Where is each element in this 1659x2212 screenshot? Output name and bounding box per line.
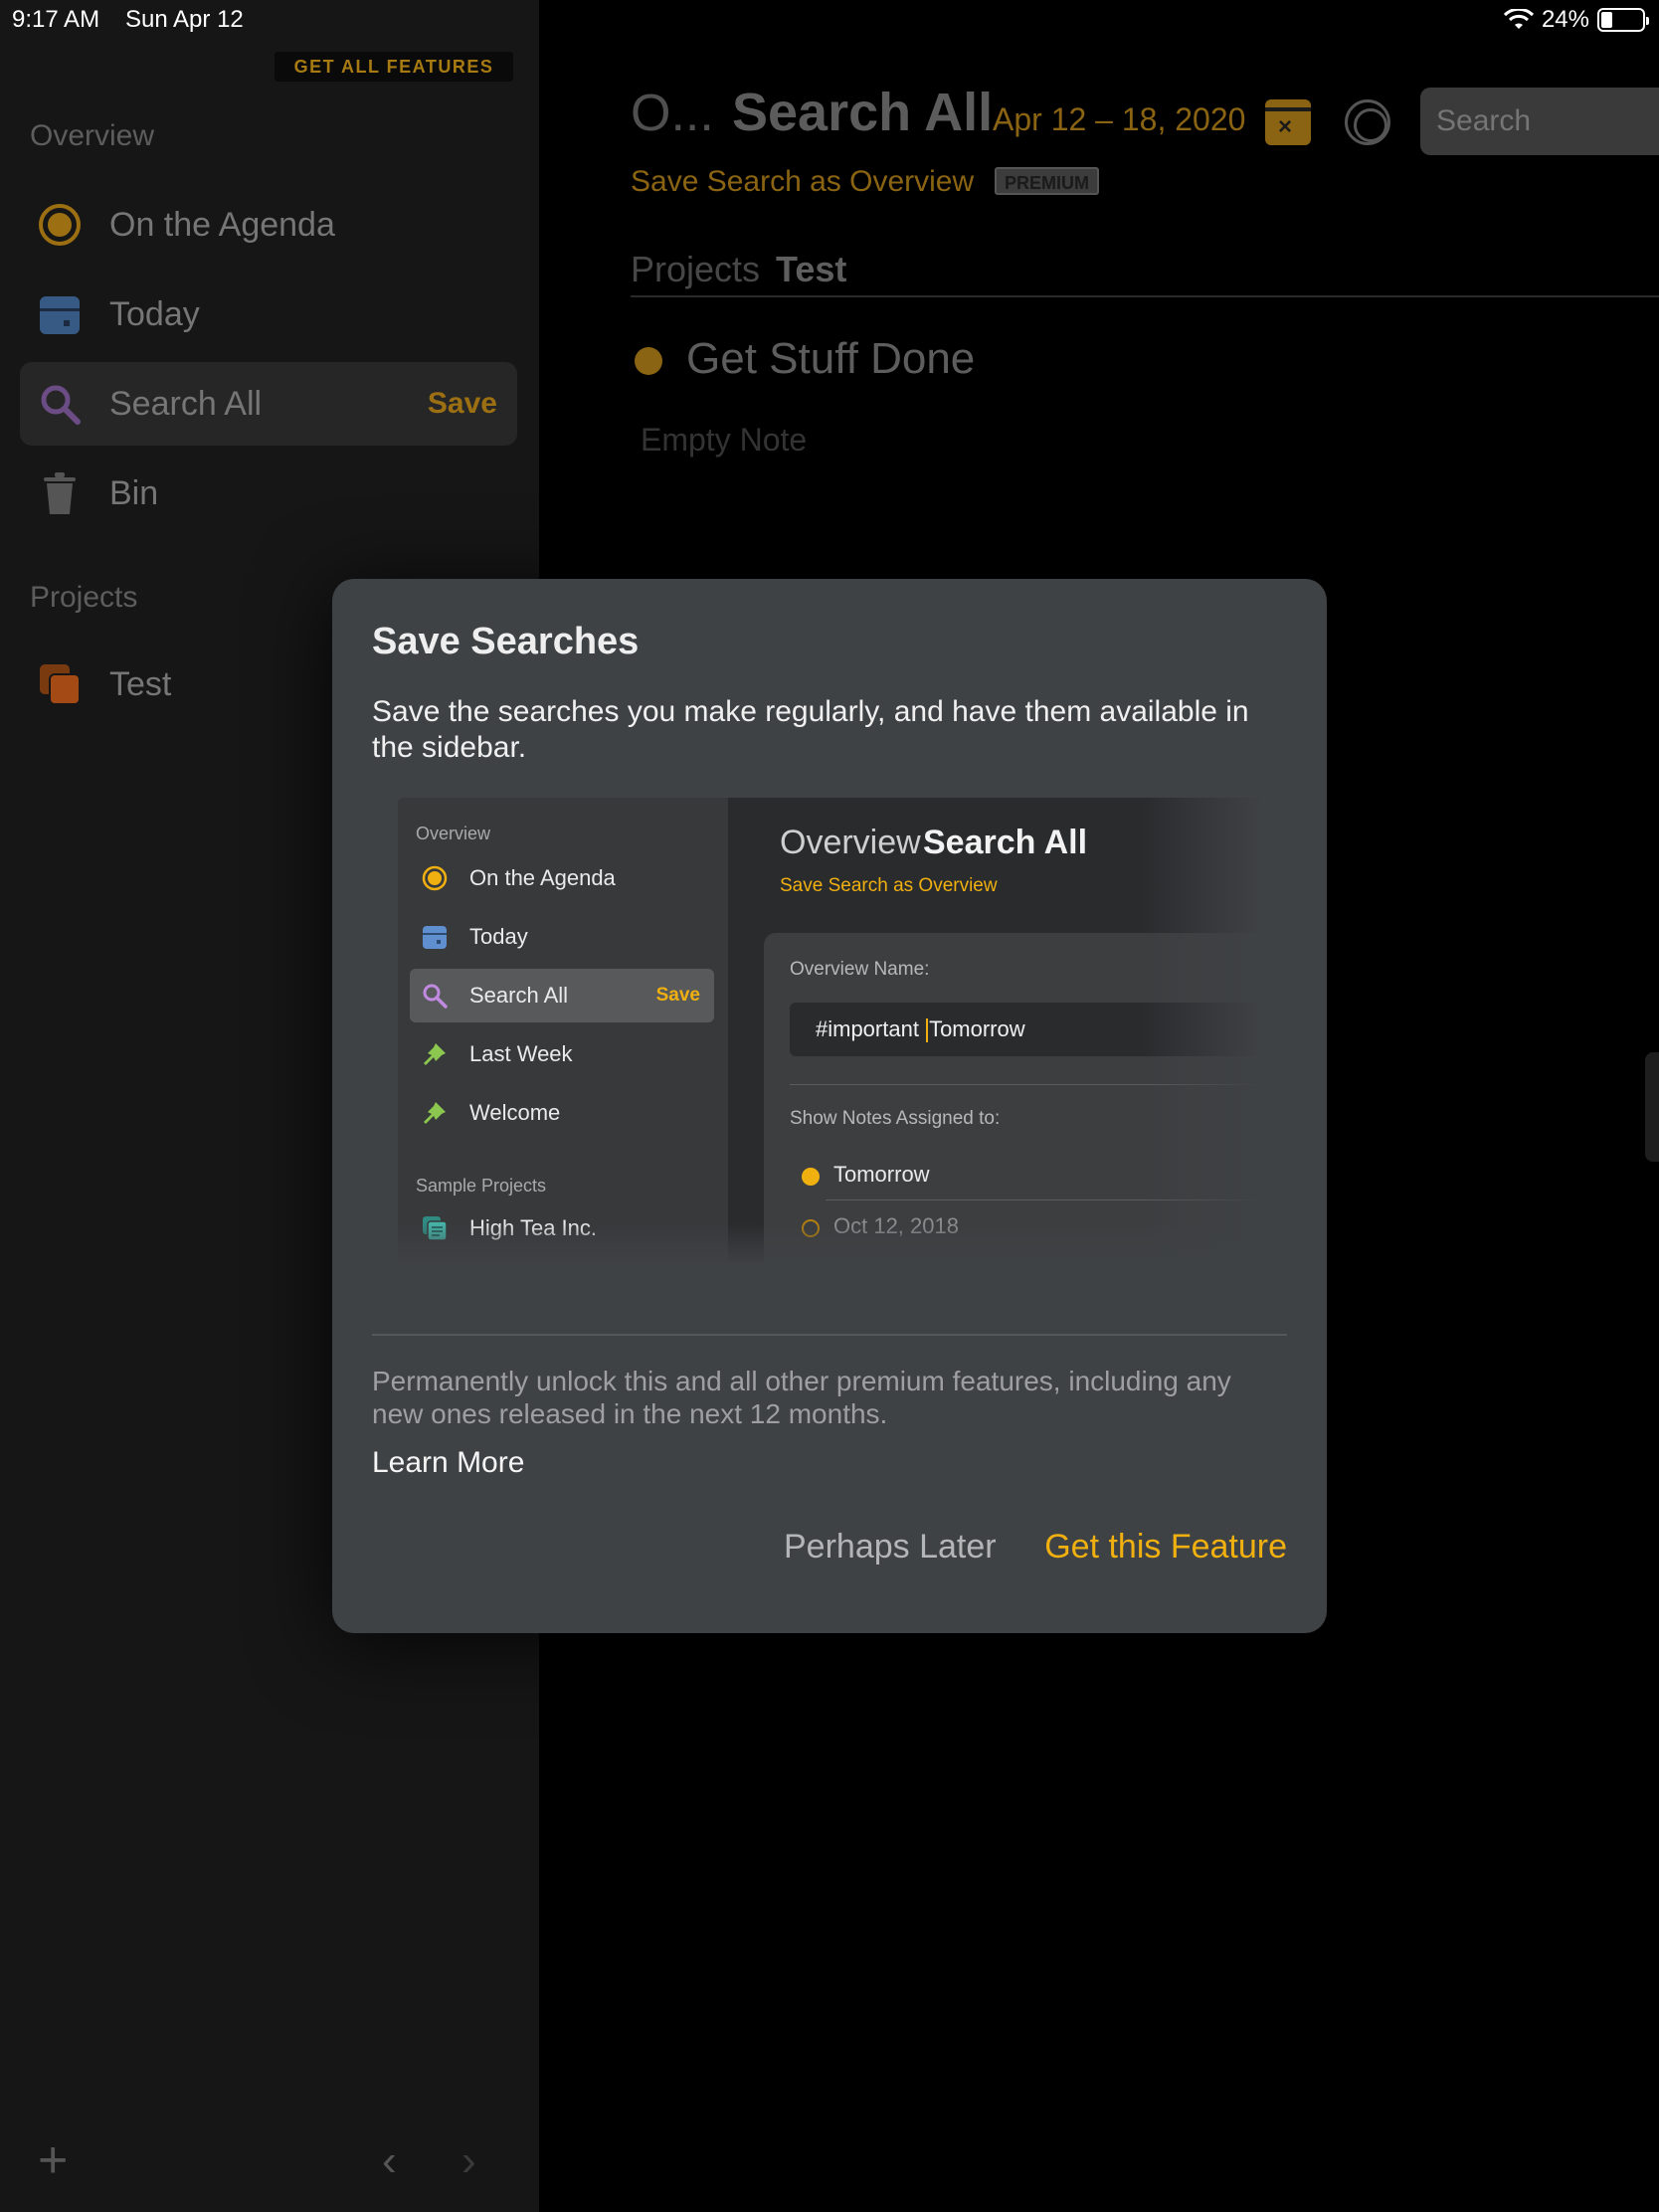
calendar-icon <box>423 926 447 949</box>
search-icon <box>41 385 81 425</box>
status-right: 24% <box>1503 6 1649 34</box>
back-icon[interactable]: ‹ <box>382 2136 397 2186</box>
pin-icon <box>424 1102 446 1124</box>
agenda-icon <box>422 865 448 891</box>
note-title[interactable]: Get Stuff Done <box>686 334 975 384</box>
divider <box>372 1334 1287 1336</box>
note-body[interactable]: Empty Note <box>641 422 807 459</box>
battery-percent: 24% <box>1541 6 1589 33</box>
preview-item-welcome: Welcome <box>410 1086 714 1140</box>
drag-handle[interactable] <box>1645 1052 1659 1162</box>
sidebar-section-projects: Projects <box>30 581 138 614</box>
get-feature-button[interactable]: Get this Feature <box>1044 1528 1287 1567</box>
dialog-description: Save the searches you make regularly, an… <box>372 695 1249 764</box>
sidebar-item-label: Test <box>109 664 172 703</box>
preview-item-last-week: Last Week <box>410 1027 714 1081</box>
divider <box>631 295 1659 297</box>
preview-item-search-all: Search All Save <box>410 969 714 1022</box>
agenda-icon <box>39 204 81 246</box>
save-search-link[interactable]: Save Search as Overview <box>631 165 974 199</box>
sidebar-item-bin[interactable]: Bin <box>20 452 517 535</box>
calendar-icon <box>40 296 80 334</box>
sidebar-item-label: Bin <box>109 473 159 512</box>
preview-item-label: On the Agenda <box>469 865 616 890</box>
preview-name-label: Overview Name: <box>790 959 930 980</box>
feature-preview-image: Overview On the Agenda Today Search All … <box>398 798 1261 1263</box>
preview-item-label: Search All <box>469 983 569 1008</box>
preview-breadcrumb: Overview <box>780 824 921 861</box>
project-name[interactable]: Test <box>776 249 846 290</box>
preview-option-dot <box>802 1168 820 1186</box>
preview-fade <box>398 1223 1261 1263</box>
preview-save-label: Save <box>655 985 700 1006</box>
preview-item-today: Today <box>410 910 714 964</box>
status-date: Sun Apr 12 <box>125 6 244 33</box>
preview-sidebar: Overview On the Agenda Today Search All … <box>398 798 728 1263</box>
project-stack-icon <box>40 664 81 705</box>
preview-item-label: Last Week <box>469 1041 573 1066</box>
text-caret <box>926 1018 929 1043</box>
preview-item-label: Welcome <box>469 1100 561 1125</box>
search-icon <box>423 984 448 1009</box>
preview-fade <box>1142 798 1261 1263</box>
sidebar-item-today[interactable]: Today <box>20 273 517 356</box>
preview-item-label: Today <box>469 924 528 949</box>
save-searches-dialog: Save Searches Save the searches you make… <box>332 579 1327 1633</box>
search-input[interactable] <box>1420 88 1659 155</box>
dialog-title: Save Searches <box>372 621 640 662</box>
sidebar-bottom-bar: + ‹ › <box>0 2122 539 2212</box>
premium-badge: PREMIUM <box>995 167 1099 195</box>
learn-more-link[interactable]: Learn More <box>372 1446 524 1480</box>
add-icon[interactable]: + <box>38 2134 68 2186</box>
perhaps-later-button[interactable]: Perhaps Later <box>784 1528 997 1567</box>
close-icon: × <box>1278 113 1293 140</box>
status-bar: 9:17 AM Sun Apr 12 24% <box>0 0 1659 40</box>
preview-name-text-after: Tomorrow <box>929 1016 1025 1041</box>
page-title: Search All <box>732 83 994 142</box>
sidebar-item-on-the-agenda[interactable]: On the Agenda <box>20 183 517 267</box>
preview-assigned-label: Show Notes Assigned to: <box>790 1108 1001 1129</box>
target-icon[interactable] <box>1345 99 1390 145</box>
get-all-features-button[interactable]: GET ALL FEATURES <box>275 52 513 82</box>
sidebar-item-label: Search All <box>109 384 263 423</box>
projects-label: Projects <box>631 249 761 289</box>
sidebar-item-label: Today <box>109 294 200 333</box>
date-range[interactable]: Apr 12 – 18, 2020 <box>993 101 1245 138</box>
preview-title: Search All <box>923 824 1088 861</box>
sidebar-item-search-all[interactable]: Search All Save <box>20 362 517 446</box>
note-status-dot[interactable] <box>635 347 662 375</box>
breadcrumb[interactable]: O... <box>631 84 714 143</box>
unlock-description: Permanently unlock this and all other pr… <box>372 1366 1231 1429</box>
preview-save-search-link: Save Search as Overview <box>780 875 998 896</box>
battery-icon <box>1597 8 1649 32</box>
status-time: 9:17 AM <box>12 6 100 33</box>
preview-name-text: #important <box>816 1016 926 1041</box>
trash-icon <box>44 472 76 514</box>
sidebar-save-button[interactable]: Save <box>428 387 497 421</box>
pin-icon <box>424 1043 446 1065</box>
forward-icon[interactable]: › <box>461 2136 476 2186</box>
sidebar-section-overview: Overview <box>30 119 155 152</box>
calendar-clear-button[interactable]: × <box>1265 99 1311 145</box>
wifi-icon <box>1503 9 1534 29</box>
sidebar-item-label: On the Agenda <box>109 205 335 244</box>
preview-item-on-the-agenda: On the Agenda <box>410 851 714 905</box>
preview-option: Tomorrow <box>833 1162 930 1187</box>
preview-section-overview: Overview <box>416 824 491 843</box>
preview-section-sample-projects: Sample Projects <box>416 1176 547 1196</box>
